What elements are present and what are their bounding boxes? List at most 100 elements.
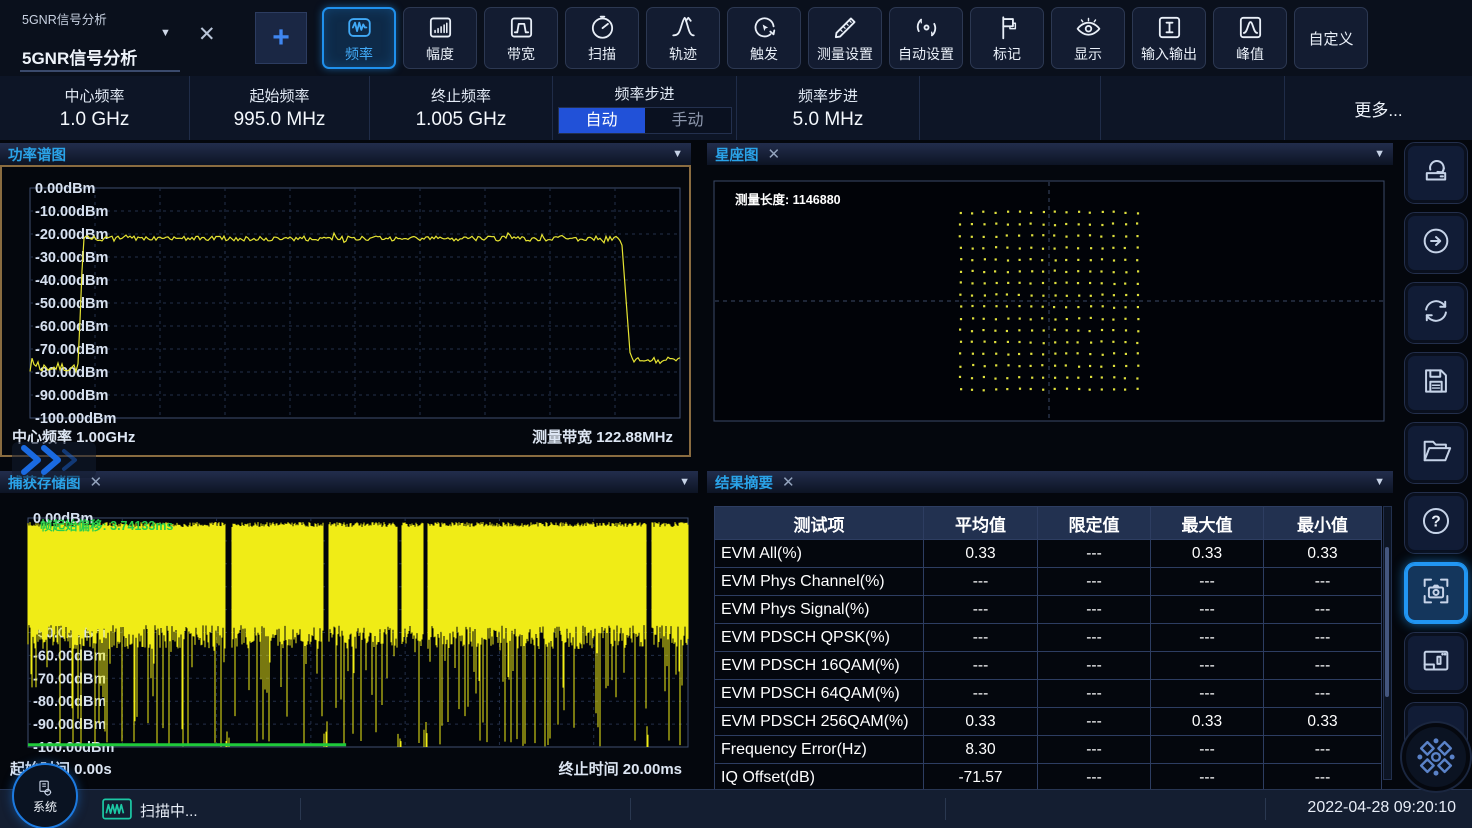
toolbar-button-trace[interactable]: 轨迹 (646, 7, 720, 69)
table-row[interactable]: EVM PDSCH 256QAM(%)0.33---0.330.33 (715, 708, 1382, 736)
toolbar-button-custom[interactable]: 自定义 (1294, 7, 1368, 69)
test-item-cell: EVM PDSCH 256QAM(%) (715, 708, 924, 736)
frequency-icon (345, 12, 374, 42)
table-row[interactable]: EVM PDSCH 64QAM(%)------------ (715, 680, 1382, 708)
meas-bandwidth-readout: 测量带宽 122.88MHz (532, 426, 673, 447)
side-button-preset[interactable] (1405, 143, 1467, 203)
value-cell: --- (924, 568, 1038, 596)
chevron-down-icon[interactable]: ▼ (679, 476, 690, 488)
toolbar-button-label: 频率 (345, 44, 373, 64)
add-tab-button[interactable]: + (255, 12, 307, 64)
auto-setup-icon (912, 12, 941, 42)
side-button-continuous-sweep[interactable] (1405, 283, 1467, 343)
tab-underline (20, 70, 180, 72)
side-button-save[interactable] (1405, 353, 1467, 413)
nav-wheel-button[interactable] (1402, 723, 1470, 791)
value-cell: 0.33 (1151, 540, 1264, 568)
side-button-single-sweep[interactable] (1405, 213, 1467, 273)
statusbar-separator (630, 798, 631, 820)
toggle-option-1[interactable]: 手动 (645, 108, 731, 133)
value-cell: --- (924, 680, 1038, 708)
settings-cell-freq-step[interactable]: 频率步进5.0 MHz (737, 76, 920, 140)
settings-cell-stop-freq[interactable]: 终止频率1.005 GHz (370, 76, 553, 140)
toolbar-button-label: 标记 (993, 44, 1021, 64)
settings-cell-freq-step-mode[interactable]: 频率步进自动手动 (553, 76, 737, 140)
scrollbar-thumb[interactable] (1385, 547, 1389, 697)
table-row[interactable]: IQ Offset(dB)-71.57--------- (715, 764, 1382, 792)
value-cell: --- (1151, 652, 1264, 680)
settings-value: 5.0 MHz (793, 109, 864, 131)
toggle-option-0[interactable]: 自动 (559, 108, 645, 133)
toolbar-button-auto-setup[interactable]: 自动设置 (889, 7, 963, 69)
chevron-down-icon[interactable]: ▼ (672, 148, 683, 160)
toolbar-button-label: 自动设置 (898, 44, 954, 64)
app-tab-subtitle: 5GNR信号分析 (22, 9, 107, 28)
sweep-icon (588, 12, 617, 42)
panel-results-header: 结果摘要 ✕ ▼ (707, 471, 1393, 493)
results-scrollbar[interactable] (1383, 506, 1392, 780)
panel-spectrum-header: 功率谱图 ▼ (0, 143, 691, 165)
single-sweep-icon (1419, 224, 1453, 263)
app-root: 5GNR信号分析 ▼ 5GNR信号分析 ✕ + 频率幅度带宽扫描轨迹触发测量设置… (0, 0, 1472, 828)
table-row[interactable]: EVM PDSCH 16QAM(%)------------ (715, 652, 1382, 680)
settings-cell-center-freq[interactable]: 中心频率1.0 GHz (0, 76, 190, 140)
chevron-down-icon[interactable]: ▼ (1374, 148, 1385, 160)
toolbar-button-bandwidth[interactable]: 带宽 (484, 7, 558, 69)
column-header: 测试项 (715, 507, 924, 540)
table-header-row: 测试项平均值限定值最大值最小值 (715, 507, 1382, 540)
meas-setup-icon (831, 12, 860, 42)
value-cell: --- (1151, 568, 1264, 596)
settings-label: 频率步进 (614, 83, 674, 104)
datetime-readout: 2022-04-28 09:20:10 (1307, 799, 1456, 817)
toolbar-button-sweep[interactable]: 扫描 (565, 7, 639, 69)
side-button-display-setup[interactable] (1405, 633, 1467, 693)
table-row[interactable]: EVM Phys Channel(%)------------ (715, 568, 1382, 596)
toolbar-button-trigger[interactable]: 触发 (727, 7, 801, 69)
close-icon[interactable]: ✕ (768, 147, 781, 162)
table-row[interactable]: EVM Phys Signal(%)------------ (715, 596, 1382, 624)
side-button-open-file[interactable] (1405, 423, 1467, 483)
toolbar-button-label: 轨迹 (669, 44, 697, 64)
svg-text:-70.00dBm: -70.00dBm (35, 342, 108, 358)
toolbar-button-label: 输入输出 (1141, 44, 1197, 64)
tab-close-icon[interactable]: ✕ (198, 22, 216, 47)
table-row[interactable]: EVM PDSCH QPSK(%)------------ (715, 624, 1382, 652)
table-row[interactable]: EVM All(%)0.33---0.330.33 (715, 540, 1382, 568)
value-cell: --- (1264, 568, 1382, 596)
toolbar: 5GNR信号分析 ▼ 5GNR信号分析 ✕ + 频率幅度带宽扫描轨迹触发测量设置… (0, 0, 1472, 76)
toolbar-button-label: 幅度 (426, 44, 454, 64)
more-button[interactable]: 更多... (1285, 76, 1472, 140)
toolbar-button-amplitude[interactable]: 幅度 (403, 7, 477, 69)
side-button-help[interactable]: ? (1405, 493, 1467, 553)
continuous-sweep-icon (1419, 294, 1453, 333)
toolbar-button-meas-setup[interactable]: 测量设置 (808, 7, 882, 69)
toolbar-button-frequency[interactable]: 频率 (322, 7, 396, 69)
test-item-cell: IQ Offset(dB) (715, 764, 924, 792)
value-cell: --- (1038, 596, 1151, 624)
svg-text:-60.00dBm: -60.00dBm (35, 319, 108, 335)
panel-capture-header: 捕获存储图 ✕ ▼ (0, 471, 698, 493)
system-button[interactable]: 系统 (12, 763, 78, 828)
side-button-screenshot[interactable] (1405, 563, 1467, 623)
toolbar-button-marker[interactable]: 标记 (970, 7, 1044, 69)
toolbar-button-input-output[interactable]: 输入输出 (1132, 7, 1206, 69)
toolbar-button-display[interactable]: 显示 (1051, 7, 1125, 69)
settings-cell-start-freq[interactable]: 起始频率995.0 MHz (190, 76, 370, 140)
expand-menu-button[interactable] (12, 442, 96, 478)
tab-dropdown-caret-icon[interactable]: ▼ (160, 27, 171, 39)
statusbar-separator (945, 798, 946, 820)
sweep-status-text: 扫描中... (140, 800, 198, 821)
table-row[interactable]: Frequency Error(Hz)8.30--------- (715, 736, 1382, 764)
value-cell: --- (1038, 764, 1151, 792)
chevron-down-icon[interactable]: ▼ (1374, 476, 1385, 488)
close-icon[interactable]: ✕ (782, 475, 795, 490)
spectrum-chart: 0.00dBm-10.00dBm-20.00dBm-30.00dBm-40.00… (0, 165, 691, 457)
value-cell: --- (924, 624, 1038, 652)
value-cell: --- (1264, 764, 1382, 792)
frame-offset-readout: 帧起始偏移: 3.74133ms (40, 515, 173, 534)
toolbar-button-peak[interactable]: 峰值 (1213, 7, 1287, 69)
toolbar-buttons: 频率 幅度 带宽扫描轨迹 触发测量设置自动设置 标记 显示 输入输出峰值自定义 (322, 7, 1368, 69)
toolbar-button-label: 显示 (1074, 44, 1102, 64)
statusbar: 系统 扫描中... 2022-04-28 09:20:10 (0, 789, 1472, 828)
panel-title: 结果摘要 (715, 472, 773, 493)
